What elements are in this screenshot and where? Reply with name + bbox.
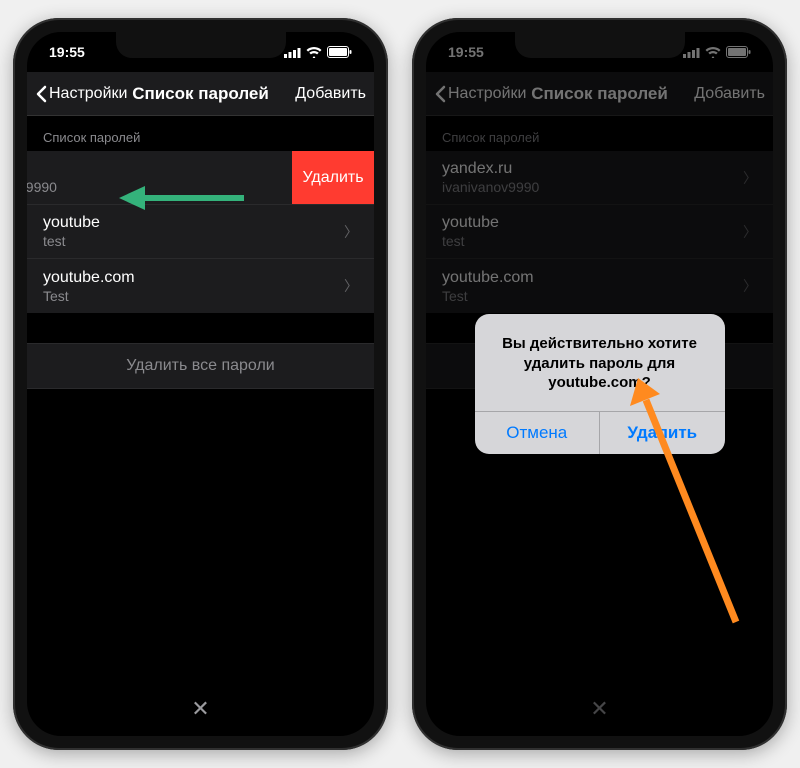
chevron-left-icon: [35, 85, 47, 103]
section-header: Список паролей: [27, 116, 374, 151]
notch: [116, 32, 286, 58]
annotation-arrow-green: [119, 178, 249, 218]
nav-bar: Настройки Список паролей Добавить: [27, 72, 374, 116]
annotation-arrow-orange: [626, 372, 756, 632]
add-button[interactable]: Добавить: [295, 85, 366, 103]
close-icon[interactable]: ✕: [191, 696, 209, 722]
list-item[interactable]: youtube.com Test 〉: [27, 259, 374, 313]
screen: 19:55 Настройки Список паролей Добавить …: [27, 32, 374, 736]
swipe-delete-button[interactable]: Удалить: [292, 151, 374, 204]
back-label: Настройки: [49, 85, 127, 103]
chevron-right-icon: 〉: [344, 222, 358, 242]
delete-all-button[interactable]: Удалить все пароли: [27, 343, 374, 389]
row-title: ru: [27, 160, 326, 178]
row-sub: Test: [43, 288, 336, 304]
chevron-right-icon: 〉: [344, 276, 358, 296]
screen: 19:55 Настройки Список паролей Добавить …: [426, 32, 773, 736]
cellular-icon: [284, 47, 301, 58]
alert-cancel-button[interactable]: Отмена: [475, 412, 600, 454]
password-list: ru ov9990 Удалить youtube test 〉 youtube…: [27, 151, 374, 313]
row-sub: test: [43, 233, 336, 249]
phone-right: 19:55 Настройки Список паролей Добавить …: [412, 18, 787, 750]
back-button[interactable]: Настройки: [35, 85, 127, 103]
wifi-icon: [306, 46, 322, 58]
phone-left: 19:55 Настройки Список паролей Добавить …: [13, 18, 388, 750]
status-right: [284, 46, 352, 58]
nav-title: Список паролей: [132, 84, 269, 104]
spacer: [27, 313, 374, 343]
battery-icon: [327, 46, 352, 58]
status-time: 19:55: [49, 44, 85, 60]
row-title: youtube.com: [43, 269, 336, 287]
